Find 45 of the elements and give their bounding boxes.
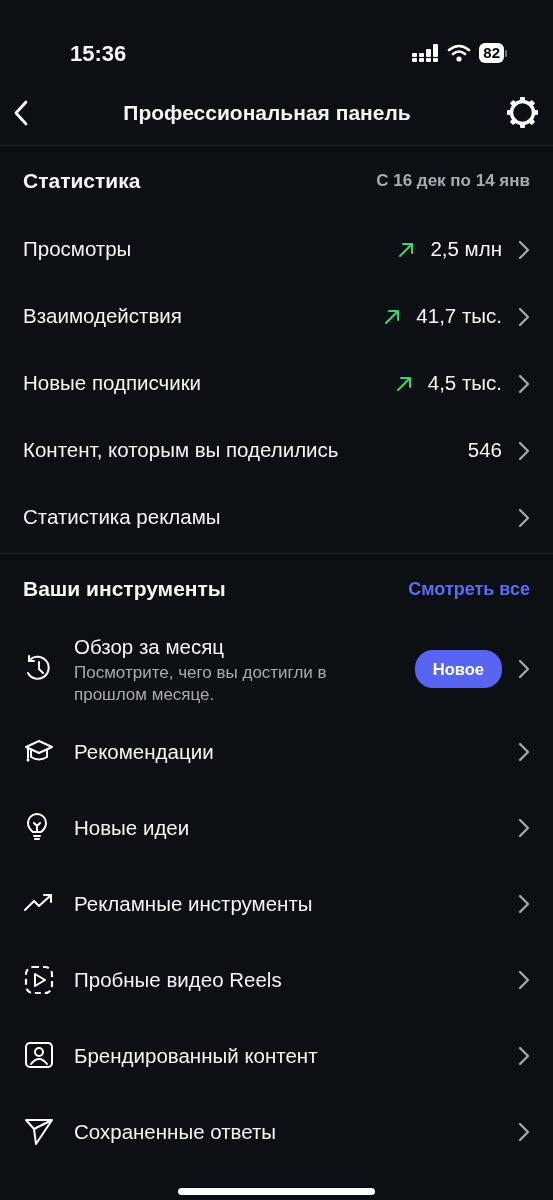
tool-row[interactable]: Пробные видео Reels (0, 942, 553, 1018)
back-button[interactable] (14, 99, 28, 126)
page-title: Профессиональная панель (123, 99, 411, 126)
tool-description: Посмотрите, чего вы достигли в прошлом месяце. (74, 662, 328, 707)
chevron-icon (518, 1046, 530, 1066)
chevron-icon (518, 306, 530, 327)
chevron-icon (518, 373, 530, 394)
tool-row[interactable]: Брендированный контент (0, 1018, 553, 1094)
tool-row[interactable]: Обзор за месяц Посмотрите, чего вы достигли в прошлом месяце. Новое (0, 624, 553, 714)
stat-value: 2,5 млн (430, 236, 502, 263)
stat-value: 4,5 тыс. (427, 370, 502, 397)
stat-row[interactable]: Статистика рекламы (0, 484, 553, 551)
tool-row[interactable]: Новые идеи (0, 790, 553, 866)
stat-value: 41,7 тыс. (416, 303, 502, 330)
chevron-icon (518, 818, 530, 838)
section-title: Ваши инструменты (23, 576, 226, 603)
stat-row[interactable]: Просмотры 2,5 млн (0, 216, 553, 283)
send-icon (23, 1116, 55, 1148)
chevron-icon (518, 742, 530, 762)
stat-row[interactable]: Контент, которым вы поделились 546 (0, 417, 553, 484)
chevron-icon (518, 239, 530, 260)
play-icon (23, 964, 55, 996)
back-icon (14, 99, 28, 126)
section-title: Статистика (23, 168, 141, 195)
chevron-icon (518, 659, 530, 679)
chevron-icon (518, 1122, 530, 1142)
see-all-link[interactable]: Смотреть все (408, 575, 530, 603)
chevron-icon (518, 507, 530, 528)
tool-row[interactable]: Сохраненные ответы (0, 1094, 553, 1170)
settings-button[interactable] (506, 96, 539, 129)
tool-row[interactable]: Рекламные инструменты (0, 866, 553, 942)
new-badge: Новое (414, 649, 502, 689)
settings-icon (506, 96, 539, 129)
chevron-icon (518, 440, 530, 461)
chevron-icon (518, 970, 530, 990)
tool-row[interactable]: Рекомендации (0, 714, 553, 790)
stat-row[interactable]: Взаимодействия 41,7 тыс. (0, 283, 553, 350)
chevron-icon (518, 894, 530, 914)
signal-icon (412, 44, 440, 62)
status-time: 15:36 (70, 39, 127, 68)
stat-row[interactable]: Новые подписчики 4,5 тыс. (0, 350, 553, 417)
date-range: С 16 дек по 14 янв (376, 170, 530, 193)
wifi-icon (447, 44, 472, 62)
battery-indicator: 82 (479, 43, 507, 63)
stat-value: 546 (467, 437, 502, 464)
